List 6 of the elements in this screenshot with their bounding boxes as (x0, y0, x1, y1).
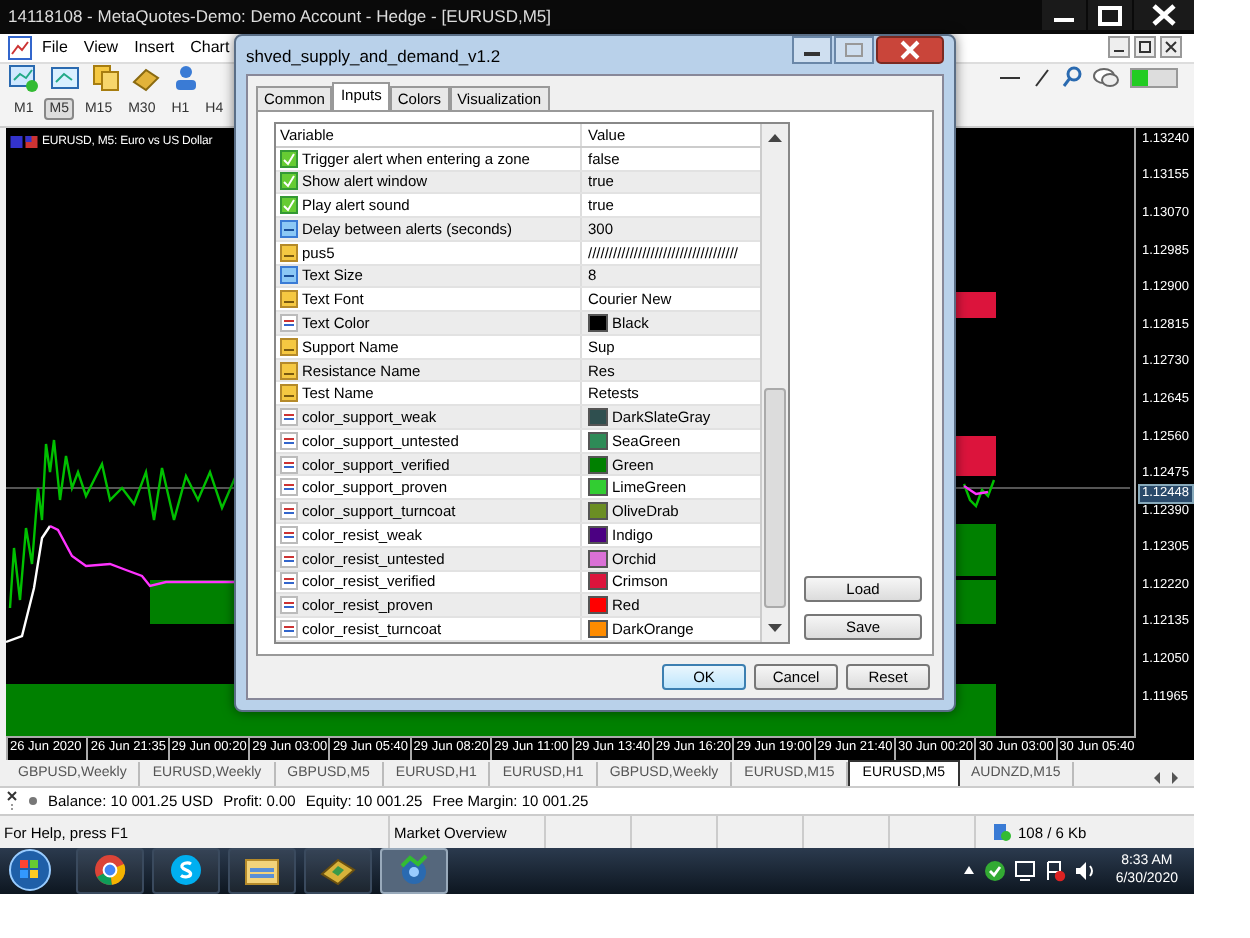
menu-item[interactable]: File (36, 38, 74, 57)
menu-item[interactable]: Chart (184, 38, 236, 57)
window-title: 14118108 - MetaQuotes-Demo: Demo Account - Hedge - [EURUSD,M5] (8, 6, 551, 27)
menu-item[interactable]: Insert (128, 38, 181, 57)
menu-item[interactable]: View (77, 38, 125, 57)
dialog-title: shved_supply_and_demand_v1.2 (246, 45, 501, 65)
